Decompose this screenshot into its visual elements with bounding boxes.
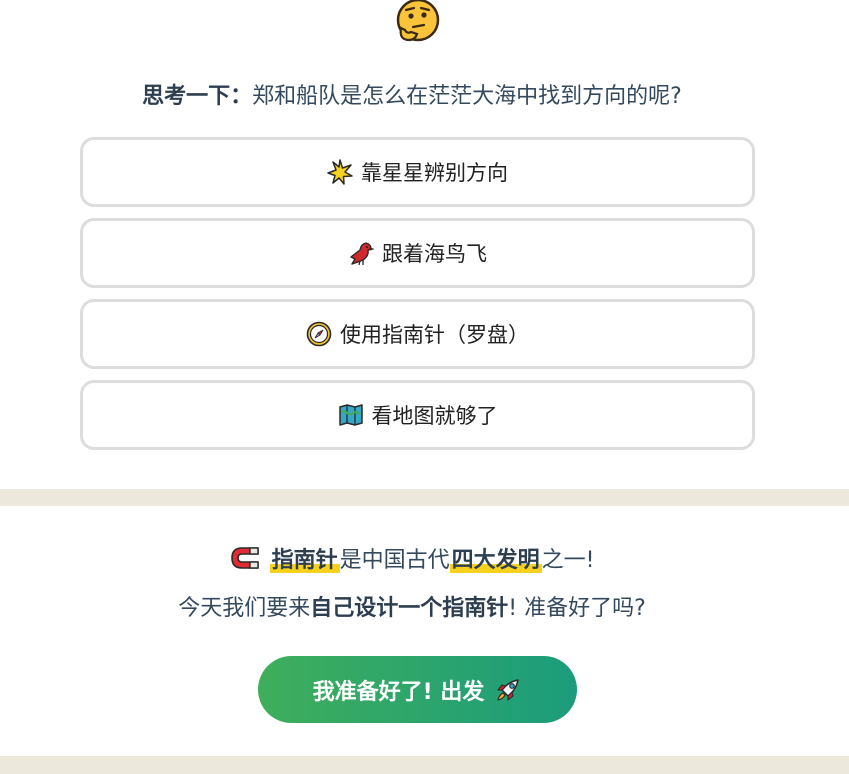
rocket-icon xyxy=(494,676,522,704)
option-stars[interactable]: 靠星星辨别方向 xyxy=(80,137,755,207)
option-label: 使用指南针（罗盘） xyxy=(340,323,529,347)
intro-line2-start: 今天我们要来 xyxy=(178,596,311,621)
question-text: 郑和船队是怎么在茫茫大海中找到方向的呢? xyxy=(252,84,682,109)
magnet-icon xyxy=(230,545,260,571)
intro-line-2: 今天我们要来自己设计一个指南针! 准备好了吗? xyxy=(0,592,824,626)
intro-line-1: 指南针是中国古代四大发明之一! xyxy=(0,544,824,578)
quiz-card: 思考一下：郑和船队是怎么在茫茫大海中找到方向的呢? 靠星星辨别方向 跟着海鸟飞 xyxy=(0,0,849,489)
start-button-label: 我准备好了! 出发 xyxy=(312,679,485,705)
highlight-compass: 指南针 xyxy=(269,548,340,573)
quiz-question: 思考一下：郑和船队是怎么在茫茫大海中找到方向的呢? xyxy=(0,80,824,114)
option-seabird[interactable]: 跟着海鸟飞 xyxy=(80,218,755,288)
intro-line1-end: 之一! xyxy=(541,548,595,573)
option-label: 看地图就够了 xyxy=(371,404,498,428)
compass-icon xyxy=(306,321,332,347)
start-button[interactable]: 我准备好了! 出发 xyxy=(258,656,577,723)
option-label: 跟着海鸟飞 xyxy=(382,242,487,266)
answer-options: 靠星星辨别方向 跟着海鸟飞 使用指南针（罗盘） 看地图就够了 xyxy=(80,137,755,461)
intro-card: 指南针是中国古代四大发明之一! 今天我们要来自己设计一个指南针! 准备好了吗? … xyxy=(0,506,849,756)
option-compass[interactable]: 使用指南针（罗盘） xyxy=(80,299,755,369)
intro-line2-bold: 自己设计一个指南针 xyxy=(310,596,509,621)
thinking-face-icon xyxy=(393,0,443,44)
sparkle-star-icon xyxy=(327,159,353,185)
question-label: 思考一下： xyxy=(142,84,253,109)
map-icon xyxy=(338,402,364,428)
option-map[interactable]: 看地图就够了 xyxy=(80,380,755,450)
option-label: 靠星星辨别方向 xyxy=(361,161,508,185)
intro-line2-end: ! 准备好了吗? xyxy=(508,596,646,621)
bird-icon xyxy=(348,240,374,266)
intro-line1-middle: 是中国古代 xyxy=(339,548,450,573)
highlight-four-inventions: 四大发明 xyxy=(449,548,542,573)
